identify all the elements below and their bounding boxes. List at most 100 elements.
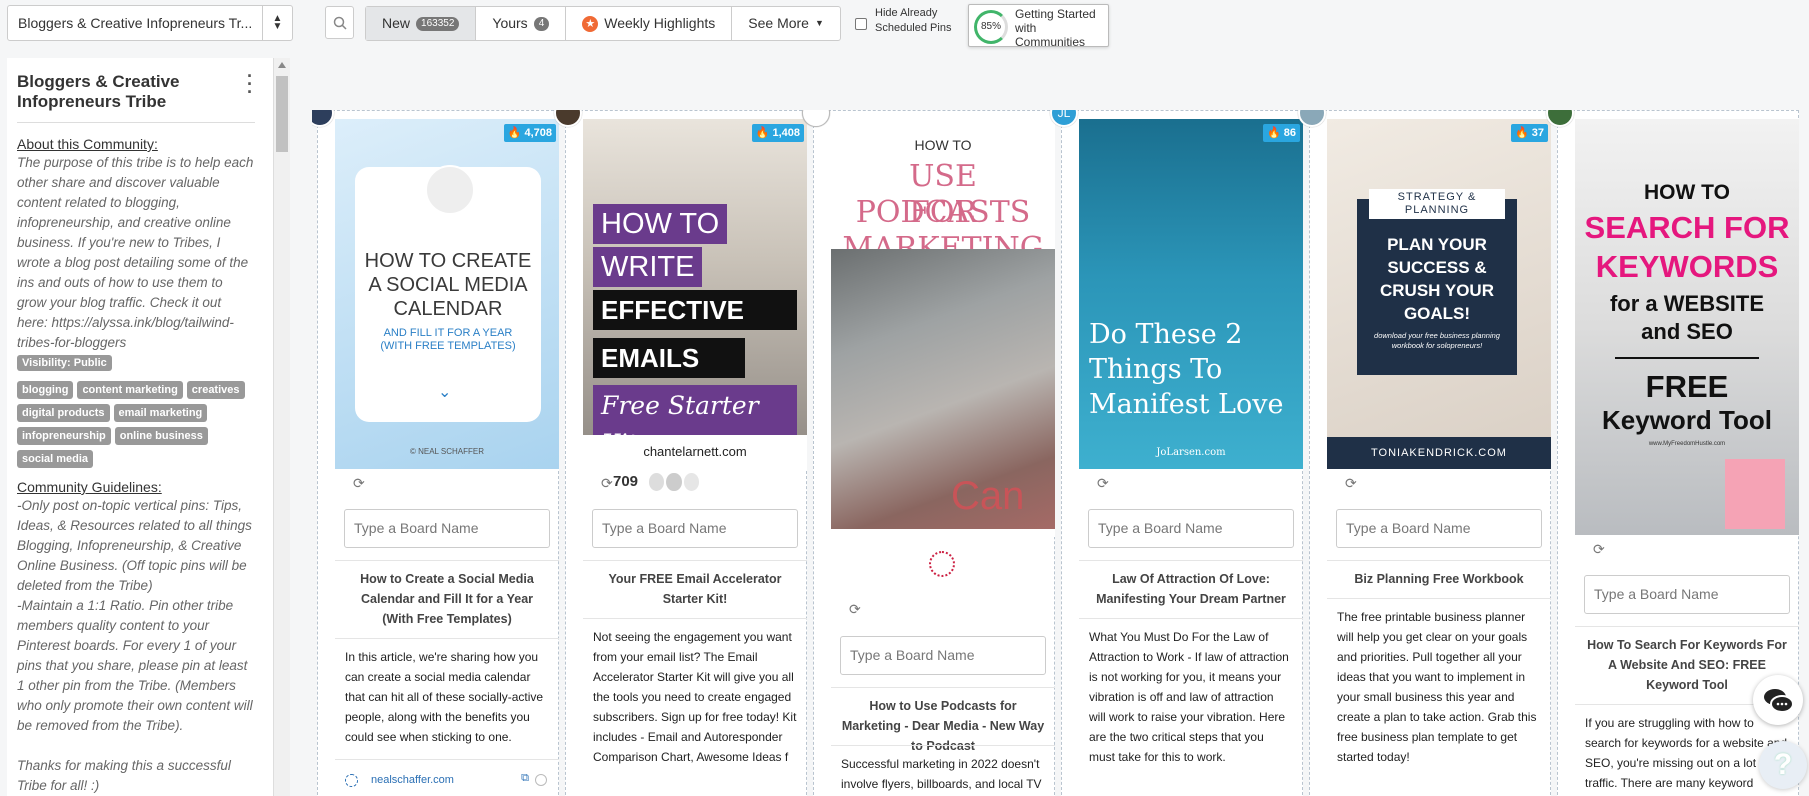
source-link[interactable]: nealschaffer.com	[371, 774, 454, 786]
tab-new-count: 163352	[416, 16, 460, 31]
tab-see-more-label: See More	[748, 15, 809, 31]
board-name-input[interactable]: Type a Board Name	[840, 636, 1046, 675]
hide-scheduled-line1: Hide Already	[875, 7, 938, 19]
tab-yours-label: Yours	[492, 15, 528, 31]
tag[interactable]: email marketing	[113, 404, 208, 422]
pin-card: HOW TO USE PODCASTS FOR MARKETING Can ⟳ …	[802, 110, 1055, 796]
image-footer: JoLarsen.com	[1156, 447, 1226, 458]
image-line: KEYWORDS	[1595, 249, 1779, 284]
board-name-input[interactable]: Type a Board Name	[592, 509, 798, 548]
tab-new[interactable]: New 163352	[366, 7, 477, 40]
repin-count: 86	[1283, 127, 1296, 139]
pin-image[interactable]: 🔥 37 STRATEGY & PLANNING PLAN YOUR SUCCE…	[1327, 119, 1551, 469]
help-button[interactable]: ?	[1759, 741, 1807, 789]
divider	[17, 122, 255, 123]
image-footer: chantelarnett.com	[583, 435, 807, 469]
image-panel: STRATEGY & PLANNING PLAN YOUR SUCCESS & …	[1357, 189, 1517, 375]
pin-title: Your FREE Email Accelerator Starter Kit!	[583, 560, 807, 617]
image-footer: TONIAKENDRICK.COM	[1327, 437, 1551, 469]
about-heading: About this Community:	[17, 136, 158, 152]
image-line: PLANNING	[1404, 204, 1470, 216]
tribe-select[interactable]: Bloggers & Creative Infopreneurs Tr... ▲…	[7, 5, 293, 41]
image-line: HOW TO	[914, 137, 972, 153]
search-button[interactable]	[325, 6, 354, 39]
tag-list: blogging content marketing creatives dig…	[17, 381, 257, 468]
tag[interactable]: digital products	[17, 404, 110, 422]
scrollbar-thumb[interactable]	[276, 76, 288, 152]
pin-card: 🔥 4,708 HOW TO CREATE A SOCIAL MEDIA CAL…	[312, 110, 559, 796]
image-kicker: STRATEGY & PLANNING	[1369, 189, 1505, 219]
pin-tabs: New 163352 Yours 4 ★ Weekly Highlights S…	[365, 6, 841, 41]
pin-description: What You Must Do For the Law of Attracti…	[1079, 618, 1303, 775]
board-name-input[interactable]: Type a Board Name	[1088, 509, 1294, 548]
pin-title: Biz Planning Free Workbook	[1327, 560, 1551, 597]
tag[interactable]: blogging	[17, 381, 74, 399]
community-title: Bloggers & Creative Infopreneurs Tribe	[17, 72, 180, 111]
external-link-icon[interactable]: ⧉	[521, 772, 529, 785]
tag[interactable]: infopreneurship	[17, 427, 111, 445]
board-name-input[interactable]: Type a Board Name	[1336, 509, 1542, 548]
image-subhead: download your free business planning wor…	[1374, 331, 1500, 350]
chat-button[interactable]	[1753, 675, 1803, 725]
refresh-icon[interactable]: ⟳	[1593, 541, 1605, 558]
sidebar-scrollbar[interactable]	[274, 58, 290, 796]
image-line: EFFECTIVE	[593, 290, 797, 330]
getting-started-widget[interactable]: 85% Getting Started with Communities	[968, 4, 1109, 49]
tab-new-label: New	[382, 15, 411, 31]
image-line: SUCCESS &	[1387, 258, 1487, 277]
image-line: GOALS!	[1403, 304, 1471, 323]
about-text: The purpose of this tribe is to help eac…	[17, 155, 254, 350]
repin-count-badge: 🔥 86	[1262, 124, 1300, 142]
image-line: Do These 2	[1089, 319, 1243, 350]
image-panel: HOW TO CREATE A SOCIAL MEDIA CALENDAR AN…	[355, 165, 541, 422]
refresh-icon[interactable]: ⟳	[1097, 475, 1109, 492]
community-sidebar: Bloggers & Creative Infopreneurs Tribe ·…	[7, 58, 274, 796]
tag[interactable]: social media	[17, 450, 94, 468]
photo-object	[1725, 459, 1785, 529]
caret-down-icon: ▼	[814, 18, 824, 28]
pin-card: JL 🔥 86 Do These 2 Things To Manifest Lo…	[1050, 110, 1303, 796]
image-line: FREE	[1645, 369, 1729, 404]
image-line: Manifest Love	[1089, 389, 1284, 420]
refresh-icon[interactable]: ⟳	[849, 601, 861, 618]
pin-description: Not seeing the engagement you want from …	[583, 618, 807, 775]
tribe-select-value: Bloggers & Creative Infopreneurs Tr...	[18, 15, 253, 31]
image-line: PLAN YOUR	[1387, 235, 1487, 254]
scroll-up-icon[interactable]	[278, 62, 286, 68]
visibility-badge: Visibility: Public	[17, 355, 112, 371]
avatar[interactable]	[312, 110, 334, 127]
board-name-input[interactable]: Type a Board Name	[1584, 575, 1790, 614]
tag[interactable]: online business	[114, 427, 208, 445]
thanks-text: Thanks for making this a successful Trib…	[17, 758, 231, 793]
repin-count-badge: 🔥 4,708	[503, 124, 556, 142]
tab-weekly-highlights[interactable]: ★ Weekly Highlights	[566, 7, 733, 40]
hide-scheduled-toggle[interactable]: Hide Already Scheduled Pins	[855, 6, 965, 36]
tag[interactable]: content marketing	[77, 381, 183, 399]
refresh-icon[interactable]: ⟳	[601, 475, 613, 492]
image-line: WRITE	[593, 247, 703, 287]
pin-grid: 🔥 4,708 HOW TO CREATE A SOCIAL MEDIA CAL…	[312, 110, 1809, 796]
tab-yours[interactable]: Yours 4	[476, 7, 567, 40]
board-name-input[interactable]: Type a Board Name	[344, 509, 550, 548]
pin-image[interactable]: HOW TO SEARCH FOR KEYWORDS for a WEBSITE…	[1575, 119, 1799, 535]
progress-ring: 85%	[974, 10, 1008, 44]
avatar	[683, 473, 699, 491]
pin-image[interactable]: 🔥 86 Do These 2 Things To Manifest Love …	[1079, 119, 1303, 469]
pin-image[interactable]: 🔥 4,708 HOW TO CREATE A SOCIAL MEDIA CAL…	[335, 119, 559, 469]
tab-see-more[interactable]: See More ▼	[732, 7, 840, 40]
image-headline: HOW TO CREATE A SOCIAL MEDIA CALENDAR	[355, 249, 541, 321]
pin-title: How to Create a Social Media Calendar an…	[335, 560, 559, 637]
tag[interactable]: creatives	[186, 381, 245, 399]
more-icon[interactable]	[535, 774, 547, 786]
image-subhead: AND FILL IT FOR A YEAR (WITH FREE TEMPLA…	[380, 327, 516, 352]
image-headline: PLAN YOUR SUCCESS & CRUSH YOUR GOALS!	[1357, 233, 1517, 325]
pin-image[interactable]: 🔥 1,408 HOW TO WRITE EFFECTIVE EMAILS Fr…	[583, 119, 807, 469]
top-toolbar: Bloggers & Creative Infopreneurs Tr... ▲…	[0, 0, 1809, 52]
refresh-icon[interactable]: ⟳	[353, 475, 365, 492]
pin-image[interactable]: HOW TO USE PODCASTS FOR MARKETING Can	[831, 119, 1055, 537]
kebab-menu-icon[interactable]: · · ·	[247, 67, 253, 101]
image-headline: Do These 2 Things To Manifest Love	[1089, 317, 1299, 422]
pin-title: Law Of Attraction Of Love: Manifesting Y…	[1079, 560, 1303, 617]
hide-scheduled-checkbox[interactable]	[855, 18, 867, 30]
refresh-icon[interactable]: ⟳	[1345, 475, 1357, 492]
